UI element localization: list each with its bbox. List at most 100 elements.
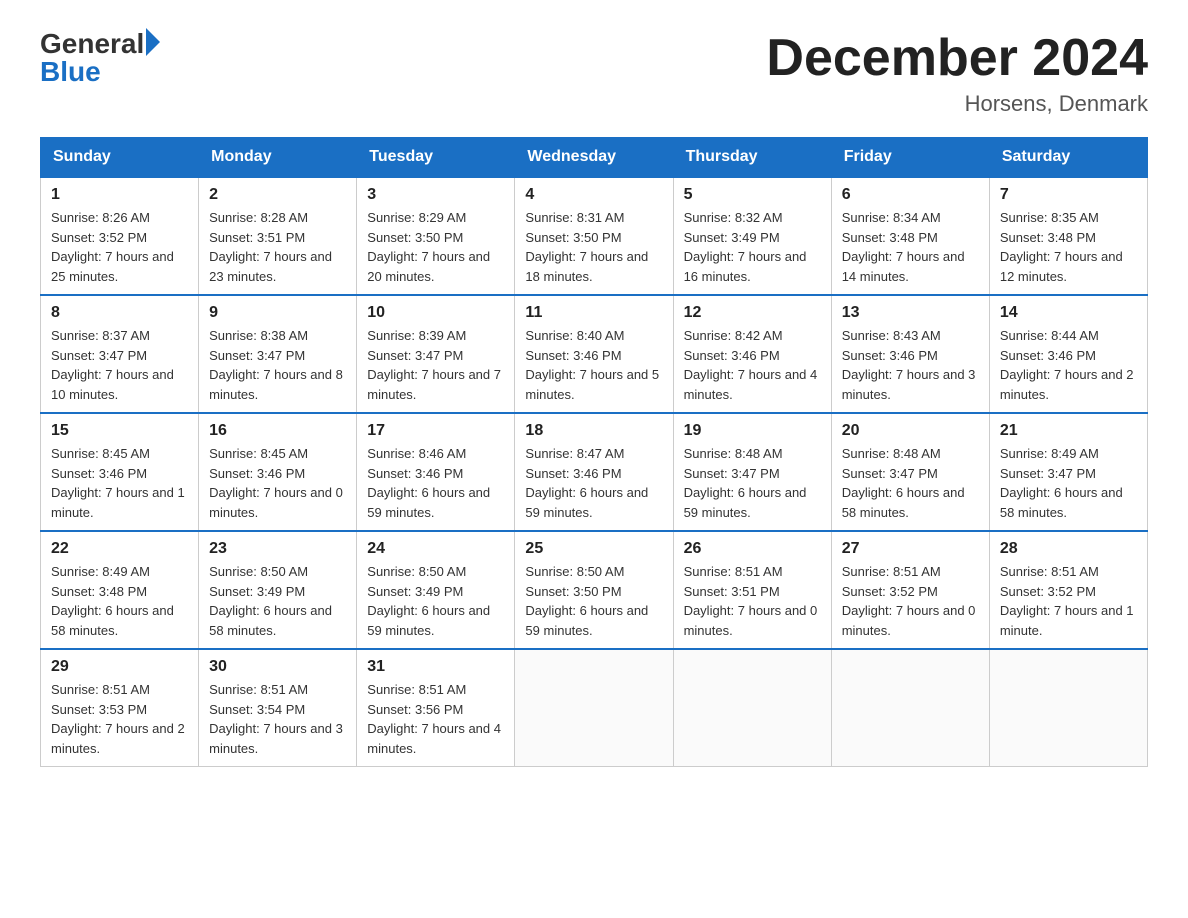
day-number: 17: [367, 422, 504, 440]
day-info: Sunrise: 8:46 AMSunset: 3:46 PMDaylight:…: [367, 444, 504, 522]
day-info: Sunrise: 8:48 AMSunset: 3:47 PMDaylight:…: [684, 444, 821, 522]
col-header-monday: Monday: [199, 138, 357, 178]
calendar-cell: 25 Sunrise: 8:50 AMSunset: 3:50 PMDaylig…: [515, 531, 673, 649]
day-info: Sunrise: 8:49 AMSunset: 3:47 PMDaylight:…: [1000, 444, 1137, 522]
calendar-cell: 19 Sunrise: 8:48 AMSunset: 3:47 PMDaylig…: [673, 413, 831, 531]
day-info: Sunrise: 8:51 AMSunset: 3:53 PMDaylight:…: [51, 680, 188, 758]
day-info: Sunrise: 8:48 AMSunset: 3:47 PMDaylight:…: [842, 444, 979, 522]
day-info: Sunrise: 8:45 AMSunset: 3:46 PMDaylight:…: [209, 444, 346, 522]
day-info: Sunrise: 8:51 AMSunset: 3:51 PMDaylight:…: [684, 562, 821, 640]
day-info: Sunrise: 8:51 AMSunset: 3:52 PMDaylight:…: [842, 562, 979, 640]
day-number: 24: [367, 540, 504, 558]
calendar-cell: 21 Sunrise: 8:49 AMSunset: 3:47 PMDaylig…: [989, 413, 1147, 531]
calendar-cell: 15 Sunrise: 8:45 AMSunset: 3:46 PMDaylig…: [41, 413, 199, 531]
day-info: Sunrise: 8:50 AMSunset: 3:50 PMDaylight:…: [525, 562, 662, 640]
day-info: Sunrise: 8:32 AMSunset: 3:49 PMDaylight:…: [684, 208, 821, 286]
day-info: Sunrise: 8:51 AMSunset: 3:56 PMDaylight:…: [367, 680, 504, 758]
day-info: Sunrise: 8:51 AMSunset: 3:54 PMDaylight:…: [209, 680, 346, 758]
calendar-cell: 27 Sunrise: 8:51 AMSunset: 3:52 PMDaylig…: [831, 531, 989, 649]
col-header-friday: Friday: [831, 138, 989, 178]
day-info: Sunrise: 8:47 AMSunset: 3:46 PMDaylight:…: [525, 444, 662, 522]
calendar-cell: [989, 649, 1147, 767]
calendar-cell: 23 Sunrise: 8:50 AMSunset: 3:49 PMDaylig…: [199, 531, 357, 649]
calendar-cell: 8 Sunrise: 8:37 AMSunset: 3:47 PMDayligh…: [41, 295, 199, 413]
calendar-cell: 28 Sunrise: 8:51 AMSunset: 3:52 PMDaylig…: [989, 531, 1147, 649]
day-number: 10: [367, 304, 504, 322]
day-info: Sunrise: 8:38 AMSunset: 3:47 PMDaylight:…: [209, 326, 346, 404]
day-number: 22: [51, 540, 188, 558]
day-info: Sunrise: 8:29 AMSunset: 3:50 PMDaylight:…: [367, 208, 504, 286]
day-info: Sunrise: 8:26 AMSunset: 3:52 PMDaylight:…: [51, 208, 188, 286]
calendar-cell: 5 Sunrise: 8:32 AMSunset: 3:49 PMDayligh…: [673, 177, 831, 295]
day-info: Sunrise: 8:43 AMSunset: 3:46 PMDaylight:…: [842, 326, 979, 404]
day-info: Sunrise: 8:49 AMSunset: 3:48 PMDaylight:…: [51, 562, 188, 640]
day-info: Sunrise: 8:39 AMSunset: 3:47 PMDaylight:…: [367, 326, 504, 404]
calendar-cell: 13 Sunrise: 8:43 AMSunset: 3:46 PMDaylig…: [831, 295, 989, 413]
calendar-cell: 17 Sunrise: 8:46 AMSunset: 3:46 PMDaylig…: [357, 413, 515, 531]
week-row-4: 22 Sunrise: 8:49 AMSunset: 3:48 PMDaylig…: [41, 531, 1148, 649]
calendar-cell: 6 Sunrise: 8:34 AMSunset: 3:48 PMDayligh…: [831, 177, 989, 295]
day-number: 26: [684, 540, 821, 558]
day-number: 4: [525, 186, 662, 204]
day-number: 31: [367, 658, 504, 676]
day-number: 20: [842, 422, 979, 440]
calendar-header-row: SundayMondayTuesdayWednesdayThursdayFrid…: [41, 138, 1148, 178]
day-info: Sunrise: 8:51 AMSunset: 3:52 PMDaylight:…: [1000, 562, 1137, 640]
day-number: 19: [684, 422, 821, 440]
day-number: 14: [1000, 304, 1137, 322]
day-info: Sunrise: 8:50 AMSunset: 3:49 PMDaylight:…: [209, 562, 346, 640]
day-number: 2: [209, 186, 346, 204]
logo-arrow-icon: [146, 28, 160, 56]
calendar-cell: 24 Sunrise: 8:50 AMSunset: 3:49 PMDaylig…: [357, 531, 515, 649]
page-header: General Blue December 2024 Horsens, Denm…: [40, 30, 1148, 117]
day-number: 27: [842, 540, 979, 558]
calendar-cell: 30 Sunrise: 8:51 AMSunset: 3:54 PMDaylig…: [199, 649, 357, 767]
day-number: 3: [367, 186, 504, 204]
day-number: 8: [51, 304, 188, 322]
day-info: Sunrise: 8:31 AMSunset: 3:50 PMDaylight:…: [525, 208, 662, 286]
calendar-cell: 10 Sunrise: 8:39 AMSunset: 3:47 PMDaylig…: [357, 295, 515, 413]
day-number: 7: [1000, 186, 1137, 204]
calendar-cell: 29 Sunrise: 8:51 AMSunset: 3:53 PMDaylig…: [41, 649, 199, 767]
calendar-cell: 26 Sunrise: 8:51 AMSunset: 3:51 PMDaylig…: [673, 531, 831, 649]
col-header-sunday: Sunday: [41, 138, 199, 178]
calendar-cell: 16 Sunrise: 8:45 AMSunset: 3:46 PMDaylig…: [199, 413, 357, 531]
location-subtitle: Horsens, Denmark: [766, 91, 1148, 117]
day-number: 28: [1000, 540, 1137, 558]
logo-blue-text: Blue: [40, 58, 160, 86]
day-number: 13: [842, 304, 979, 322]
day-number: 9: [209, 304, 346, 322]
day-number: 5: [684, 186, 821, 204]
calendar-cell: 4 Sunrise: 8:31 AMSunset: 3:50 PMDayligh…: [515, 177, 673, 295]
week-row-3: 15 Sunrise: 8:45 AMSunset: 3:46 PMDaylig…: [41, 413, 1148, 531]
month-title: December 2024: [766, 30, 1148, 87]
day-info: Sunrise: 8:34 AMSunset: 3:48 PMDaylight:…: [842, 208, 979, 286]
day-number: 29: [51, 658, 188, 676]
week-row-5: 29 Sunrise: 8:51 AMSunset: 3:53 PMDaylig…: [41, 649, 1148, 767]
calendar-cell: [515, 649, 673, 767]
title-area: December 2024 Horsens, Denmark: [766, 30, 1148, 117]
day-number: 30: [209, 658, 346, 676]
calendar-table: SundayMondayTuesdayWednesdayThursdayFrid…: [40, 137, 1148, 767]
calendar-cell: 1 Sunrise: 8:26 AMSunset: 3:52 PMDayligh…: [41, 177, 199, 295]
day-info: Sunrise: 8:37 AMSunset: 3:47 PMDaylight:…: [51, 326, 188, 404]
day-info: Sunrise: 8:40 AMSunset: 3:46 PMDaylight:…: [525, 326, 662, 404]
day-info: Sunrise: 8:44 AMSunset: 3:46 PMDaylight:…: [1000, 326, 1137, 404]
logo-general-text: General: [40, 30, 144, 58]
day-info: Sunrise: 8:35 AMSunset: 3:48 PMDaylight:…: [1000, 208, 1137, 286]
day-info: Sunrise: 8:50 AMSunset: 3:49 PMDaylight:…: [367, 562, 504, 640]
day-number: 11: [525, 304, 662, 322]
logo: General Blue: [40, 30, 160, 86]
calendar-cell: 9 Sunrise: 8:38 AMSunset: 3:47 PMDayligh…: [199, 295, 357, 413]
day-number: 1: [51, 186, 188, 204]
col-header-wednesday: Wednesday: [515, 138, 673, 178]
day-number: 18: [525, 422, 662, 440]
calendar-cell: 12 Sunrise: 8:42 AMSunset: 3:46 PMDaylig…: [673, 295, 831, 413]
calendar-cell: [673, 649, 831, 767]
calendar-cell: [831, 649, 989, 767]
calendar-cell: 31 Sunrise: 8:51 AMSunset: 3:56 PMDaylig…: [357, 649, 515, 767]
calendar-cell: 11 Sunrise: 8:40 AMSunset: 3:46 PMDaylig…: [515, 295, 673, 413]
day-number: 23: [209, 540, 346, 558]
calendar-cell: 3 Sunrise: 8:29 AMSunset: 3:50 PMDayligh…: [357, 177, 515, 295]
week-row-2: 8 Sunrise: 8:37 AMSunset: 3:47 PMDayligh…: [41, 295, 1148, 413]
